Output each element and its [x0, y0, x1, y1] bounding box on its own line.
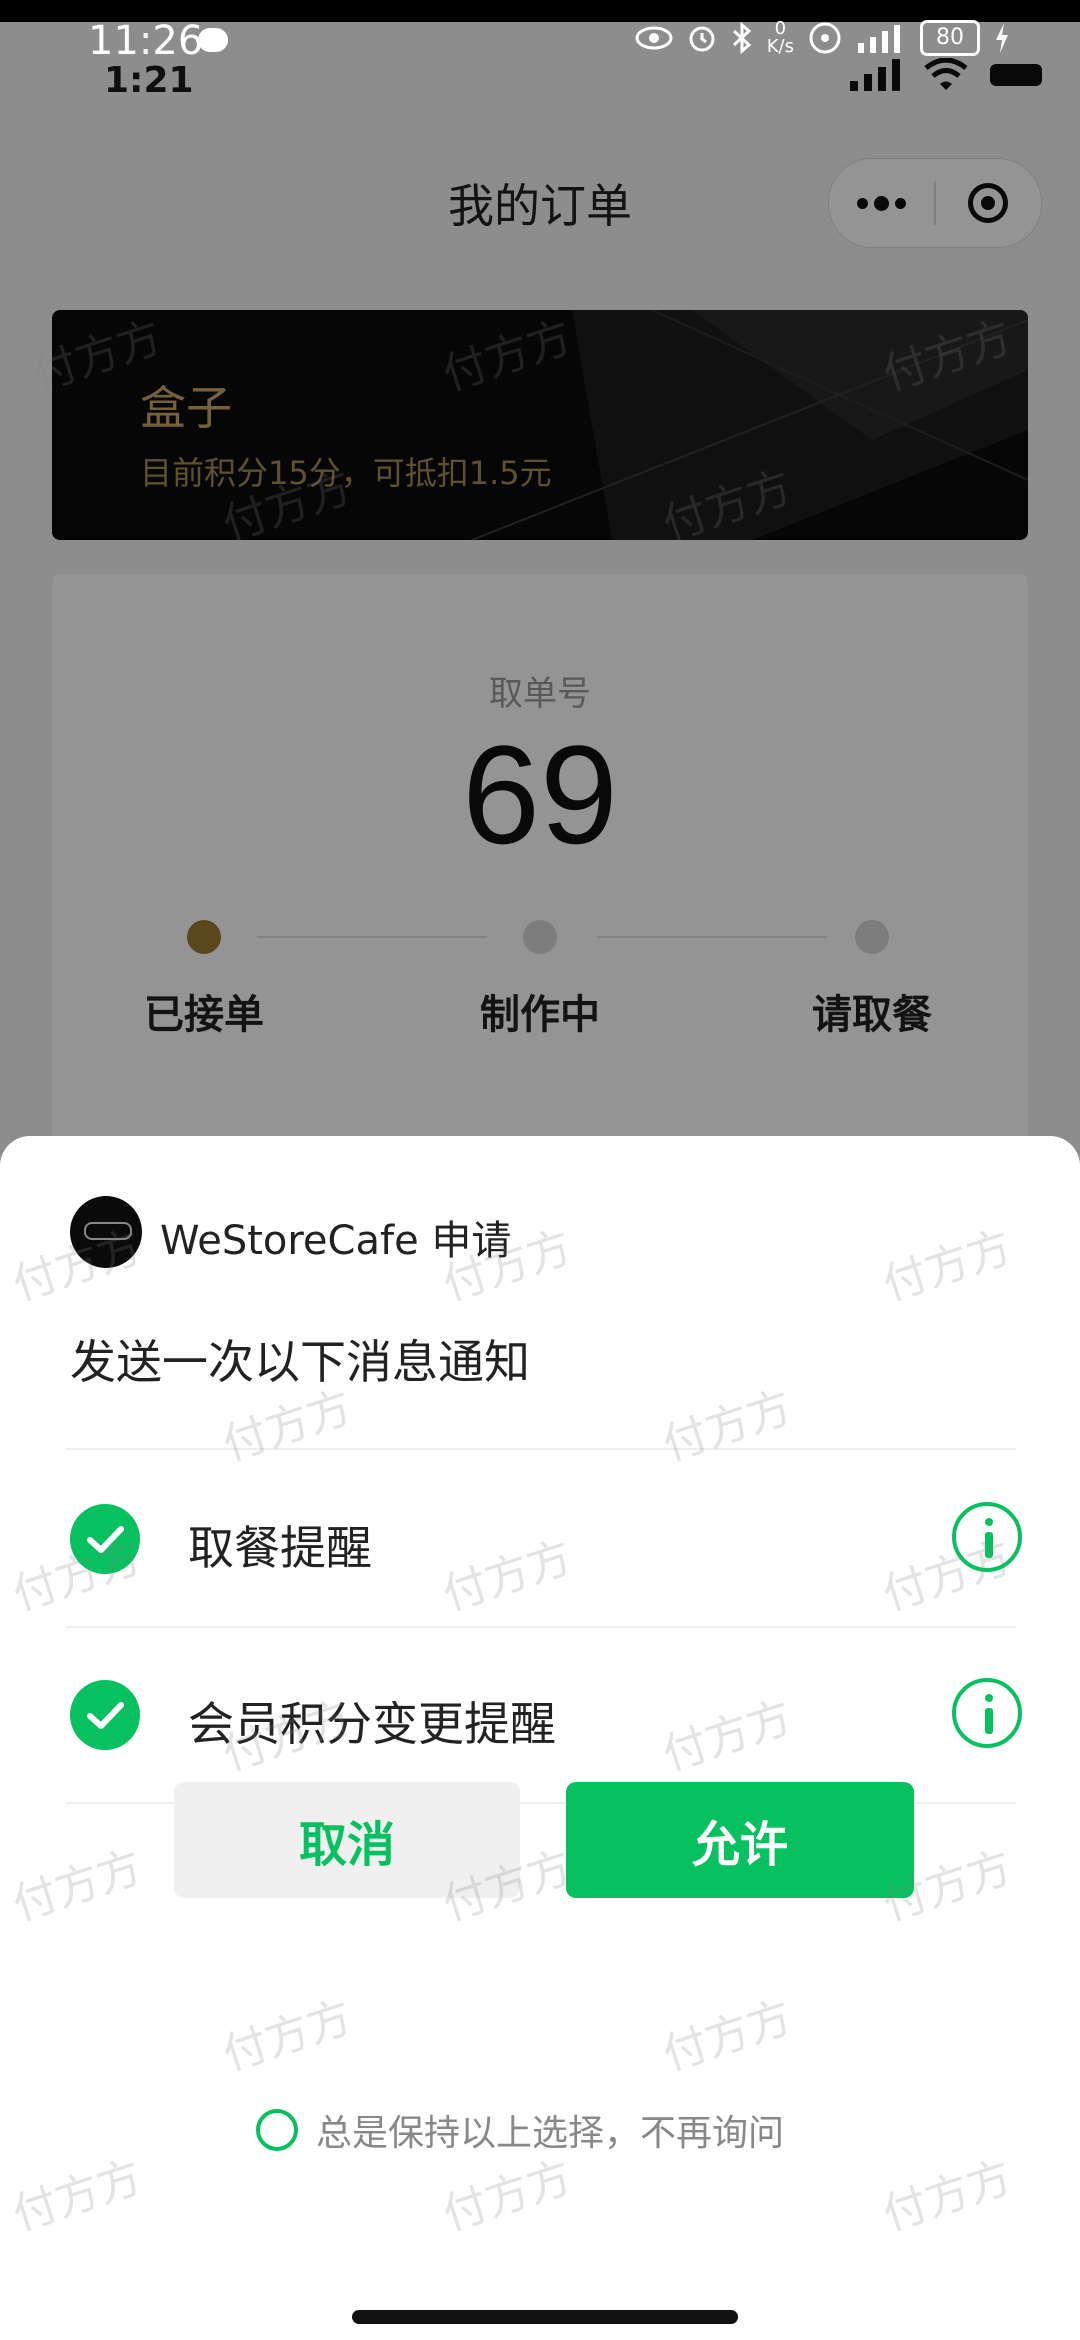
signal-icon — [858, 25, 900, 53]
app-name: WeStoreCafe 申请 — [160, 1218, 512, 1264]
home-indicator[interactable] — [352, 2310, 738, 2324]
screen: 1:21 我的订单 盒子 目前积分15分，可抵扣1.5元 取单号 69 已接单 … — [0, 0, 1080, 2340]
always-keep-option[interactable]: 总是保持以上选择，不再询问 — [256, 2104, 784, 2156]
message-notification-icon — [198, 28, 228, 52]
radio-icon[interactable] — [256, 2109, 298, 2151]
eye-icon — [635, 26, 673, 50]
info-icon[interactable] — [952, 1678, 1022, 1748]
checkmark-icon[interactable] — [70, 1680, 140, 1750]
bluetooth-icon — [732, 22, 751, 54]
checkmark-icon[interactable] — [70, 1504, 140, 1574]
charging-icon — [996, 23, 1008, 53]
system-status-time: 11:26 — [88, 18, 204, 64]
subscribe-item-pickup[interactable]: 取餐提醒 — [0, 1450, 1080, 1626]
sheet-title: 发送一次以下消息通知 — [70, 1335, 530, 1389]
allow-button[interactable]: 允许 — [566, 1782, 914, 1898]
battery-icon: 80 — [920, 20, 980, 56]
always-keep-label: 总是保持以上选择，不再询问 — [316, 2113, 785, 2154]
info-icon[interactable] — [952, 1502, 1022, 1572]
subscribe-message-sheet: WeStoreCafe 申请 发送一次以下消息通知 取餐提醒 会员积分变更提醒 — [0, 1136, 1080, 2340]
item-label: 取餐提醒 — [188, 1521, 372, 1575]
app-logo — [70, 1196, 142, 1268]
alarm-icon — [689, 26, 715, 52]
subscribe-item-points[interactable]: 会员积分变更提醒 — [0, 1626, 1080, 1802]
hotspot-icon — [809, 22, 841, 54]
net-speed: 0 K/s — [766, 18, 794, 57]
cancel-button[interactable]: 取消 — [174, 1782, 520, 1898]
item-label: 会员积分变更提醒 — [188, 1697, 556, 1751]
system-status-icons: 0 K/s 80 — [635, 20, 1010, 56]
